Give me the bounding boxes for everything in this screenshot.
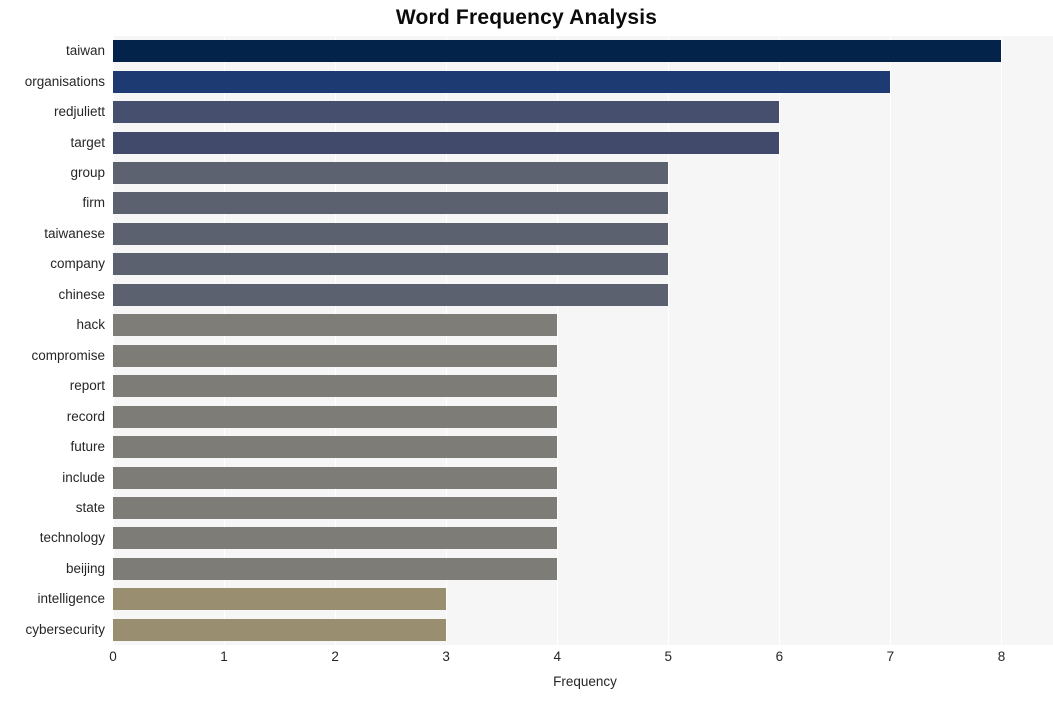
x-axis-title: Frequency [553, 674, 617, 689]
gridline [890, 36, 892, 645]
bar-company [113, 253, 669, 276]
x-tick-label-6: 6 [775, 649, 784, 664]
gridline [1001, 36, 1003, 645]
y-tick-label-beijing: beijing [65, 560, 105, 576]
y-tick-label-group: group [70, 165, 105, 181]
x-tick-label-5: 5 [664, 649, 673, 664]
gridline [668, 36, 670, 645]
x-axis-tick-labels: 0 1 2 3 4 5 6 7 8 [0, 648, 1053, 670]
bar-cybersecurity [113, 618, 447, 641]
x-tick-label-0: 0 [109, 649, 117, 664]
y-tick-label-organisations: organisations [24, 73, 105, 89]
y-tick-label-company: company [50, 256, 105, 272]
bar-intelligence [113, 588, 447, 611]
y-tick-label-state: state [75, 499, 105, 515]
x-tick-label-1: 1 [220, 649, 228, 664]
bar-include [113, 466, 558, 489]
bar-taiwanese [113, 222, 669, 245]
y-tick-label-chinese: chinese [58, 286, 105, 302]
y-tick-label-intelligence: intelligence [37, 591, 105, 607]
y-tick-label-report: report [69, 378, 105, 394]
bar-technology [113, 527, 558, 550]
y-tick-label-include: include [62, 469, 105, 485]
x-tick-label-7: 7 [886, 649, 895, 664]
y-tick-label-taiwan: taiwan [65, 43, 105, 59]
x-tick-label-4: 4 [553, 649, 561, 664]
gridline [779, 36, 781, 645]
x-tick-label-2: 2 [331, 649, 339, 664]
word-frequency-chart-figure: Word Frequency Analysis taiwan organisati… [0, 0, 1053, 701]
bar-compromise [113, 344, 558, 367]
bar-chinese [113, 283, 669, 306]
y-tick-label-firm: firm [82, 195, 106, 211]
y-tick-label-taiwanese: taiwanese [44, 225, 105, 241]
bar-firm [113, 192, 669, 215]
y-tick-label-target: target [70, 134, 105, 150]
gridline [557, 36, 559, 645]
bar-group [113, 162, 669, 185]
bar-state [113, 496, 558, 519]
gridline [113, 36, 114, 645]
y-tick-label-technology: technology [39, 530, 105, 546]
bar-redjuliett [113, 101, 780, 124]
bar-hack [113, 314, 558, 337]
bar-report [113, 375, 558, 398]
x-tick-label-3: 3 [442, 649, 450, 664]
y-tick-label-hack: hack [76, 317, 105, 333]
gridline [446, 36, 448, 645]
y-tick-label-redjuliett: redjuliett [53, 104, 105, 120]
bar-organisations [113, 70, 891, 93]
y-tick-label-cybersecurity: cybersecurity [25, 621, 105, 637]
y-tick-label-record: record [66, 408, 105, 424]
bar-target [113, 131, 780, 154]
bar-taiwan [113, 40, 1002, 63]
bar-future [113, 436, 558, 459]
chart-title: Word Frequency Analysis [395, 6, 658, 29]
gridline [335, 36, 337, 645]
x-tick-label-8: 8 [997, 649, 1006, 664]
bar-beijing [113, 557, 558, 580]
bar-record [113, 405, 558, 428]
plot-area [113, 36, 1053, 645]
y-tick-label-compromise: compromise [31, 347, 105, 363]
gridline [224, 36, 226, 645]
y-axis-tick-labels: taiwan organisations redjuliett target group… [0, 36, 105, 645]
y-tick-label-future: future [70, 439, 105, 455]
